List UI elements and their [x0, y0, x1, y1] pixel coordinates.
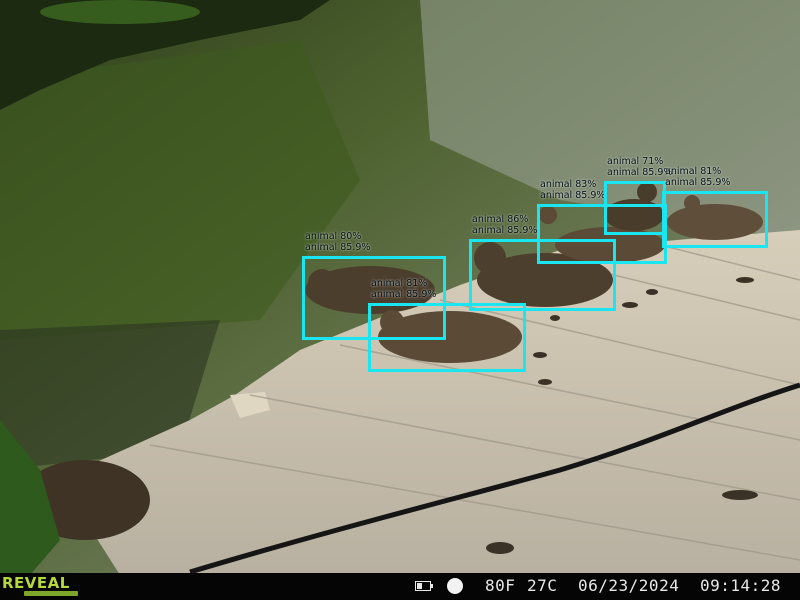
foliage-highlight [40, 0, 200, 24]
detection-score-secondary: animal 85.9% [305, 242, 371, 253]
detection-label: animal 80% animal 85.9% [305, 231, 370, 253]
brand-logo: REVEAL [2, 576, 82, 596]
capture-time: 09:14:28 [700, 576, 782, 595]
detection-score: animal 80% [305, 231, 362, 242]
trail-camera-photo: animal 80% animal 85.9% animal 81% anima… [0, 0, 800, 600]
detection-label: animal 81% animal 85.9% [371, 278, 436, 300]
detection-score-secondary: animal 85.9% [665, 177, 731, 188]
moon-phase-icon [447, 578, 463, 594]
detection-label: animal 71% animal 85.9% [607, 156, 672, 178]
detection-score: animal 83% [540, 179, 597, 190]
brand-logo-underline [24, 591, 78, 596]
detection-score: animal 71% [607, 156, 664, 167]
detection-label: animal 86% animal 85.9% [472, 214, 537, 236]
battery-icon [415, 581, 433, 591]
detection-score: animal 86% [472, 214, 529, 225]
detection-score-secondary: animal 85.9% [472, 225, 538, 236]
brand-logo-text: REVEAL [2, 574, 70, 592]
temperature-celsius: 27C [527, 576, 558, 595]
detection-score: animal 81% [371, 278, 428, 289]
detection-box: animal 81% animal 85.9% [368, 278, 526, 372]
detection-score-secondary: animal 85.9% [371, 289, 437, 300]
capture-date: 06/23/2024 [578, 576, 680, 595]
detection-score-secondary: animal 85.9% [607, 167, 673, 178]
detection-score-secondary: animal 85.9% [540, 190, 606, 201]
detection-label: animal 83% animal 85.9% [540, 179, 605, 201]
camera-info-bar: REVEAL 80F 27C 06/23/2024 09:14:28 [0, 573, 800, 600]
temperature-fahrenheit: 80F [485, 576, 516, 595]
detection-label: animal 81% animal 85.9% [665, 166, 730, 188]
detection-box: animal 71% animal 85.9% [604, 156, 672, 235]
detection-box: animal 81% animal 85.9% [662, 166, 768, 248]
detection-score: animal 81% [665, 166, 722, 177]
